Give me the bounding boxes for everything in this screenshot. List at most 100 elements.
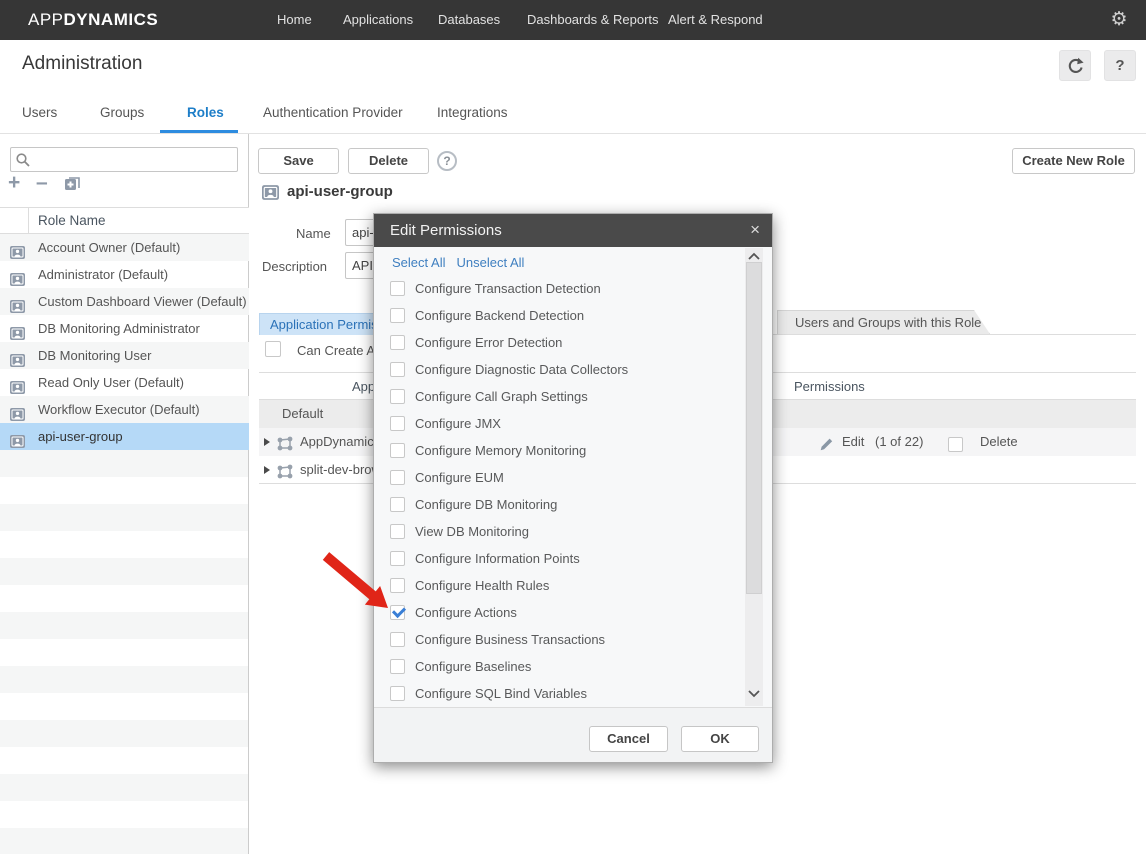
unselect-all-link[interactable]: Unselect All xyxy=(456,255,524,270)
role-row-custom-dashboard-viewer[interactable]: Custom Dashboard Viewer (Default) xyxy=(0,288,249,315)
permission-row: Configure Health Rules xyxy=(390,572,549,599)
permission-checkbox[interactable] xyxy=(390,632,405,647)
remove-role-icon[interactable]: – xyxy=(36,171,48,195)
permission-row: Configure Error Detection xyxy=(390,329,562,356)
search-icon xyxy=(15,152,31,173)
dialog-scrollbar[interactable] xyxy=(745,248,763,706)
appdynamics-logo[interactable]: APPDYNAMICS xyxy=(28,0,158,40)
page-title: Administration xyxy=(22,53,142,75)
role-list-tools: + – xyxy=(8,174,128,196)
permission-checkbox[interactable] xyxy=(390,389,405,404)
role-row-db-monitoring-user[interactable]: DB Monitoring User xyxy=(0,342,249,369)
permission-checkbox[interactable] xyxy=(390,659,405,674)
tab-authentication-provider[interactable]: Authentication Provider xyxy=(263,102,403,130)
scrollbar-thumb[interactable] xyxy=(746,262,762,594)
delete-permission-checkbox[interactable] xyxy=(948,437,963,452)
description-field-label: Description xyxy=(262,259,327,274)
role-row-workflow-executor[interactable]: Workflow Executor (Default) xyxy=(0,396,249,423)
permission-checkbox[interactable] xyxy=(390,686,405,701)
add-role-icon[interactable]: + xyxy=(8,171,20,195)
permissions-column-header: Permissions xyxy=(794,379,865,394)
permission-row: Configure Business Transactions xyxy=(390,626,605,653)
permission-row: View DB Monitoring xyxy=(390,518,529,545)
permission-checkbox[interactable] xyxy=(390,281,405,296)
permission-row: Configure Baselines xyxy=(390,653,531,680)
bulk-select-links: Select All Unselect All xyxy=(392,255,524,270)
application-topology-icon xyxy=(276,462,294,490)
permission-checkbox[interactable] xyxy=(390,443,405,458)
ok-button[interactable]: OK xyxy=(681,726,759,752)
nav-item-dashboards-reports[interactable]: Dashboards & Reports xyxy=(527,0,659,40)
role-row-read-only-user[interactable]: Read Only User (Default) xyxy=(0,369,249,396)
permission-checkbox[interactable] xyxy=(390,362,405,377)
role-detail-title: api-user-group xyxy=(287,183,393,200)
expand-triangle-icon[interactable] xyxy=(264,438,270,446)
can-create-applications-checkbox[interactable] xyxy=(265,341,281,357)
role-row-account-owner[interactable]: Account Owner (Default) xyxy=(0,234,249,261)
permission-row: Configure SQL Bind Variables xyxy=(390,680,587,707)
dialog-footer: Cancel OK xyxy=(374,707,772,762)
tab-groups[interactable]: Groups xyxy=(100,102,144,130)
contextual-help-icon[interactable]: ? xyxy=(437,151,457,171)
tab-integrations[interactable]: Integrations xyxy=(437,102,508,130)
permission-checkbox[interactable] xyxy=(390,470,405,485)
tab-users-groups-with-role[interactable]: Users and Groups with this Role xyxy=(777,310,990,334)
save-button[interactable]: Save xyxy=(258,148,339,174)
duplicate-role-icon[interactable] xyxy=(64,175,81,197)
permission-row: Configure Diagnostic Data Collectors xyxy=(390,356,628,383)
permission-row: Configure JMX xyxy=(390,410,501,437)
permission-checkbox[interactable] xyxy=(390,335,405,350)
permission-checkbox[interactable] xyxy=(390,578,405,593)
role-row-administrator[interactable]: Administrator (Default) xyxy=(0,261,249,288)
role-row-db-monitoring-administrator[interactable]: DB Monitoring Administrator xyxy=(0,315,249,342)
tab-roles[interactable]: Roles xyxy=(187,102,224,130)
cancel-button[interactable]: Cancel xyxy=(589,726,668,752)
nav-item-alert-respond[interactable]: Alert & Respond xyxy=(668,0,763,40)
search-input[interactable] xyxy=(35,149,235,170)
permission-checkbox[interactable] xyxy=(390,416,405,431)
brand-suffix: DYNAMICS xyxy=(64,10,159,29)
scroll-down-icon[interactable] xyxy=(747,686,761,704)
permission-row: Configure Transaction Detection xyxy=(390,275,601,302)
expand-triangle-icon[interactable] xyxy=(264,466,270,474)
role-list: Account Owner (Default) Administrator (D… xyxy=(0,234,249,450)
applications-column-header: App xyxy=(352,379,375,394)
permissions-cell: Edit (1 of 22) Delete xyxy=(772,428,1136,456)
permission-row: Configure Memory Monitoring xyxy=(390,437,586,464)
name-field-label: Name xyxy=(296,226,331,241)
nav-item-databases[interactable]: Databases xyxy=(438,0,500,40)
permission-checkbox[interactable] xyxy=(390,551,405,566)
edit-permissions-link[interactable]: Edit xyxy=(842,428,864,456)
dialog-title: Edit Permissions xyxy=(390,214,502,247)
delete-permission-label: Delete xyxy=(980,428,1018,456)
permission-checkbox[interactable] xyxy=(390,605,405,620)
dialog-header[interactable]: Edit Permissions × xyxy=(374,214,772,247)
create-new-role-button[interactable]: Create New Role xyxy=(1012,148,1135,174)
permission-row: Configure DB Monitoring xyxy=(390,491,557,518)
nav-item-home[interactable]: Home xyxy=(277,0,312,40)
permission-row: Configure Information Points xyxy=(390,545,580,572)
empty-row-stripes xyxy=(0,450,248,854)
permissions-count: (1 of 22) xyxy=(875,428,923,456)
role-list-header: Role Name xyxy=(0,207,249,234)
permission-checkbox[interactable] xyxy=(390,524,405,539)
tab-users[interactable]: Users xyxy=(22,102,57,130)
edit-permissions-dialog: Edit Permissions × Select All Unselect Al… xyxy=(373,213,773,763)
administration-page: APPDYNAMICS Home Applications Databases … xyxy=(0,0,1146,854)
top-navbar: APPDYNAMICS Home Applications Databases … xyxy=(0,0,1146,40)
select-all-link[interactable]: Select All xyxy=(392,255,445,270)
role-row-api-user-group[interactable]: api-user-group xyxy=(0,423,249,450)
close-icon[interactable]: × xyxy=(750,214,760,245)
help-button[interactable]: ? xyxy=(1104,50,1136,81)
gear-icon[interactable]: ⚙ xyxy=(1108,9,1130,31)
permission-checkbox[interactable] xyxy=(390,308,405,323)
nav-item-applications[interactable]: Applications xyxy=(343,0,413,40)
refresh-button[interactable] xyxy=(1059,50,1091,81)
roles-sidebar: + – Role Name Account Owner (Default) Ad… xyxy=(0,134,249,854)
permission-row: Configure Call Graph Settings xyxy=(390,383,588,410)
role-search-box xyxy=(10,147,238,172)
permission-checkbox[interactable] xyxy=(390,497,405,512)
delete-button[interactable]: Delete xyxy=(348,148,429,174)
role-name-column-header: Role Name xyxy=(38,213,106,228)
brand-prefix: APP xyxy=(28,10,64,29)
